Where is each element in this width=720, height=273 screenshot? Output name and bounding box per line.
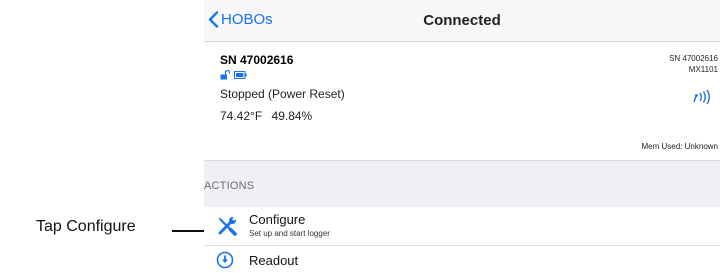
callout-label: Tap Configure [36, 218, 136, 235]
logger-status: Stopped (Power Reset) [220, 87, 345, 101]
temperature-reading: 74.42°F [220, 109, 263, 123]
signal-strength-icon [693, 89, 710, 105]
memory-used: Mem Used: Unknown [641, 142, 718, 151]
actions-section-header: ACTIONS [204, 160, 720, 208]
readout-title: Readout [249, 253, 299, 268]
wrench-screwdriver-icon [218, 217, 237, 236]
device-serial-small: SN 47002616 [669, 54, 718, 63]
unlock-icon [220, 70, 230, 80]
section-header-label: ACTIONS [204, 180, 255, 192]
device-info-panel: SN 47002616 Stopped (Power Reset) 74.42°… [204, 42, 720, 160]
device-status-icons [220, 70, 247, 80]
app-screen: HOBOs Connected SN 47002616 Stopped (Pow… [204, 0, 720, 273]
page-title: Connected [423, 12, 501, 29]
humidity-reading: 49.84% [271, 109, 313, 123]
device-model: MX1101 [688, 65, 718, 74]
download-circle-icon [216, 251, 234, 269]
sensor-readings: 74.42°F 49.84% [220, 109, 312, 123]
device-id-block: SN 47002616 MX1101 [669, 53, 718, 75]
callout-line [172, 230, 206, 232]
battery-icon [234, 71, 247, 79]
configure-title: Configure [249, 212, 306, 227]
readout-action-row[interactable]: Readout [204, 246, 720, 273]
configure-action-row[interactable]: Configure Set up and start logger [204, 207, 720, 246]
navigation-bar: HOBOs Connected [204, 0, 720, 42]
configure-subtitle: Set up and start logger [249, 229, 330, 238]
device-serial: SN 47002616 [220, 53, 294, 67]
